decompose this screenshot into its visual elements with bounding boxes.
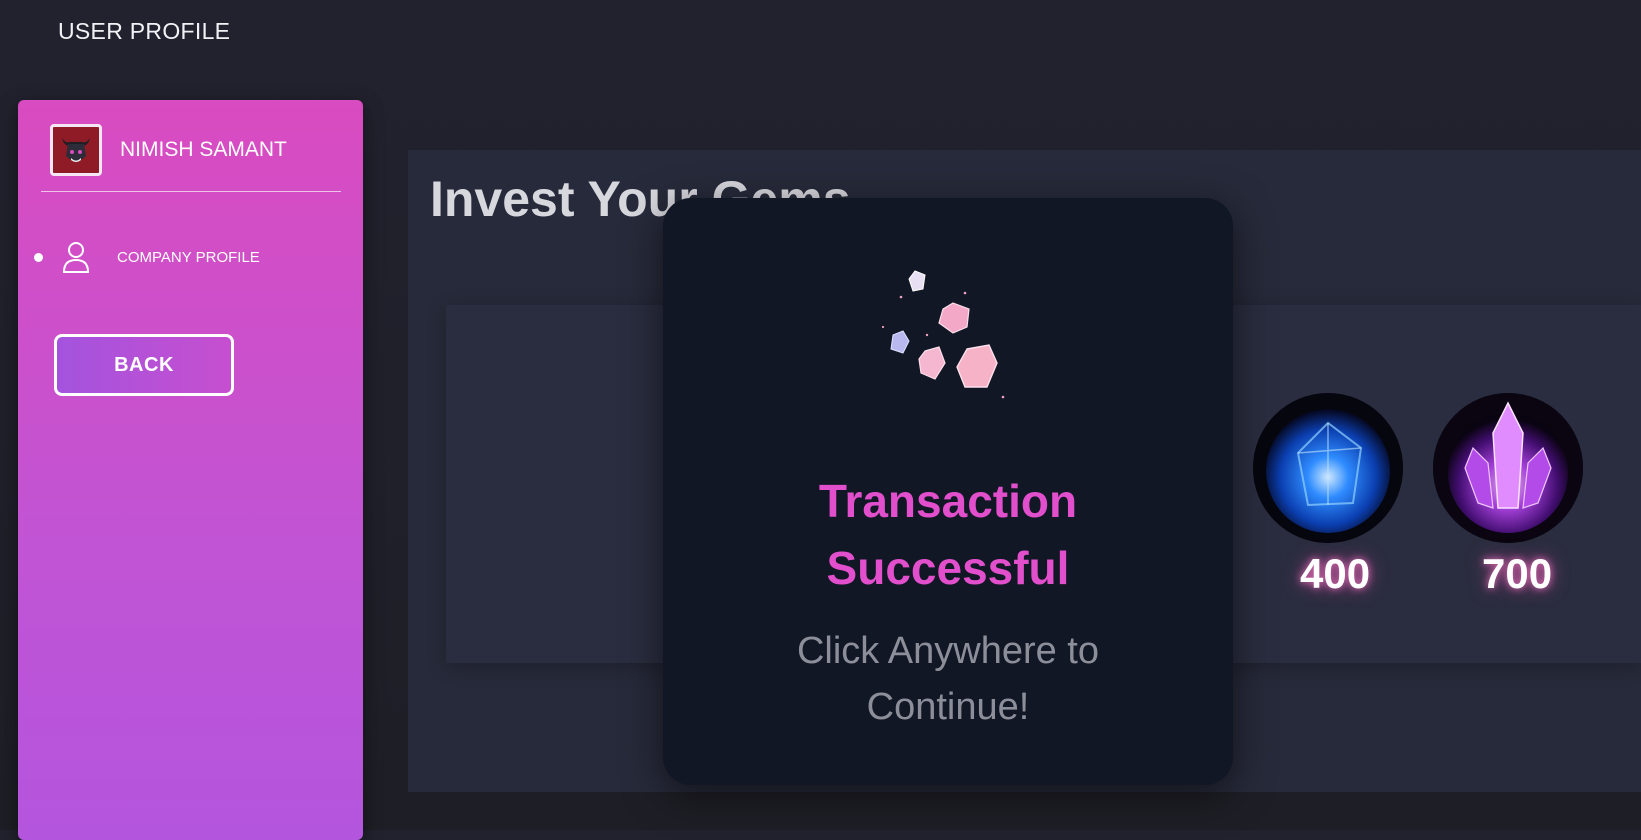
transaction-success-modal[interactable]: Transaction Successful Click Anywhere to… xyxy=(663,198,1233,785)
divider xyxy=(41,191,341,192)
sidebar-item-label: COMPANY PROFILE xyxy=(117,248,260,266)
gems-cluster-icon xyxy=(881,270,1005,399)
active-dot-icon xyxy=(34,252,43,262)
modal-heading: Transaction Successful xyxy=(663,468,1233,602)
purple-crystal-option[interactable] xyxy=(1433,393,1583,543)
gem-price: 700 xyxy=(1482,550,1553,597)
gem-price: 400 xyxy=(1300,550,1371,597)
back-button[interactable]: BACK xyxy=(54,334,234,396)
sidebar: NIMISH SAMANT COMPANY PROFILE BACK xyxy=(18,100,363,840)
sidebar-item-company-profile[interactable]: COMPANY PROFILE xyxy=(34,240,260,274)
avatar[interactable] xyxy=(50,124,102,176)
profile-row: NIMISH SAMANT xyxy=(50,124,287,176)
modal-subtext-line1: Click Anywhere to xyxy=(796,630,1099,672)
bull-avatar-icon xyxy=(62,138,90,162)
page-title: USER PROFILE xyxy=(58,18,231,44)
modal-heading-line1: Transaction xyxy=(818,475,1078,527)
purple-crystal-icon xyxy=(1433,393,1583,543)
user-name: NIMISH SAMANT xyxy=(120,138,287,161)
user-icon xyxy=(62,242,90,273)
blue-gem-icon xyxy=(1253,393,1403,543)
blue-gem-option[interactable] xyxy=(1253,393,1403,543)
modal-subtext-line2: Continue! xyxy=(866,686,1030,728)
modal-subtext: Click Anywhere to Continue! xyxy=(663,623,1233,735)
modal-heading-line2: Successful xyxy=(826,542,1070,594)
